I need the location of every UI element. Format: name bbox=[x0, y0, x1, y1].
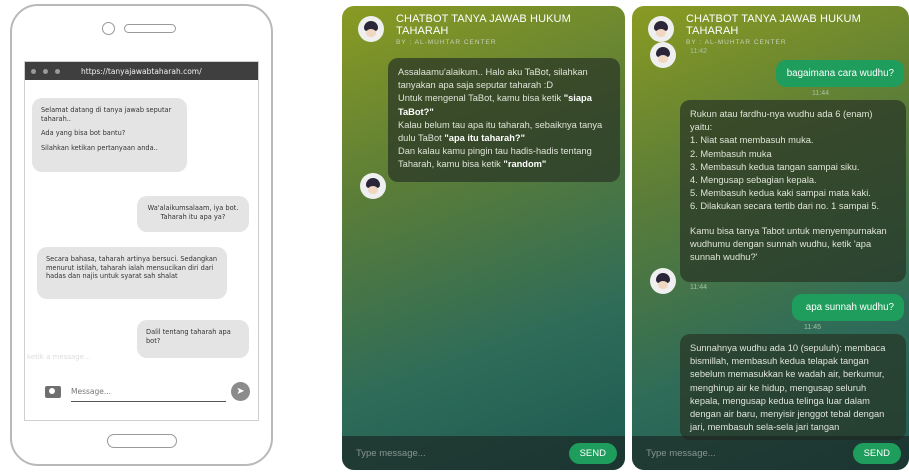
send-button[interactable]: SEND bbox=[852, 442, 901, 464]
chat-title: CHATBOT TANYA JAWAB HUKUM TAHARAH bbox=[396, 12, 571, 37]
message-line: Ada yang bisa bot bantu? bbox=[41, 129, 126, 138]
wireframe-bot-message: Selamat datang di tanya jawab seputar ta… bbox=[32, 98, 187, 172]
list-item: 3. Membasuh kedua tangan sampai siku. bbox=[690, 161, 860, 172]
camera-icon[interactable] bbox=[45, 386, 61, 398]
message-timestamp: 11:45 bbox=[804, 324, 821, 331]
window-dot-icon bbox=[31, 68, 36, 74]
message-line: Kamu bisa tanya Tabot untuk menyempurnak… bbox=[690, 225, 887, 262]
chat-title: CHATBOT TANYA JAWAB HUKUM TAHARAH bbox=[686, 12, 861, 37]
ghost-text: ketik a message... bbox=[27, 353, 91, 361]
chat-window-right: 11:42 CHATBOT TANYA JAWAB HUKUM TAHARAH … bbox=[632, 6, 909, 470]
bot-avatar-icon bbox=[360, 173, 386, 199]
chat-input-bar: Type message... SEND bbox=[632, 436, 909, 470]
message-timestamp: 11:44 bbox=[812, 90, 829, 97]
message-input[interactable]: Message... bbox=[71, 382, 226, 402]
message-line: Kalau belum tau apa itu taharah, sebaikn… bbox=[398, 119, 603, 143]
chat-subtitle: BY : AL-MUHTAR CENTER bbox=[396, 38, 497, 46]
phone-speaker-slot bbox=[124, 24, 176, 33]
message-line: Silahkan ketikan pertanyaan anda.. bbox=[41, 143, 158, 152]
bot-message-greeting: Assalaamu'alaikum.. Halo aku TaBot, sila… bbox=[388, 58, 620, 182]
bot-avatar-icon bbox=[358, 16, 384, 42]
phone-screen: https://tanyajawabtaharah.com/ Selamat d… bbox=[24, 61, 259, 421]
bot-avatar-icon bbox=[650, 268, 676, 294]
chat-window-left: CHATBOT TANYA JAWAB HUKUM TAHARAH BY : A… bbox=[342, 6, 625, 470]
message-line: Dan kalau kamu pingin tau hadis-hadis te… bbox=[398, 146, 592, 170]
browser-bar: https://tanyajawabtaharah.com/ bbox=[25, 62, 258, 80]
bot-message-wudhu: Rukun atau fardhu-nya wudhu ada 6 (enam)… bbox=[680, 100, 906, 282]
bot-avatar-icon bbox=[648, 16, 674, 42]
list-item: 6. Dilakukan secara tertib dari no. 1 sa… bbox=[690, 201, 880, 212]
list-item: 2. Membasuh muka bbox=[690, 148, 772, 159]
command-hint: "random" bbox=[503, 159, 547, 170]
send-button[interactable]: SEND bbox=[568, 442, 617, 464]
send-icon[interactable]: ➤ bbox=[231, 382, 250, 401]
chat-input-bar: Type message... SEND bbox=[342, 436, 625, 470]
phone-wireframe: https://tanyajawabtaharah.com/ Selamat d… bbox=[10, 4, 273, 466]
command-hint: "apa itu taharah?" bbox=[444, 132, 525, 143]
user-message: bagaimana cara wudhu? bbox=[776, 60, 904, 87]
list-item: 4. Mengusap sebagian kepala. bbox=[690, 174, 817, 185]
browser-url[interactable]: https://tanyajawabtaharah.com/ bbox=[81, 67, 202, 76]
bot-message-sunnah: Sunnahnya wudhu ada 10 (sepuluh): membac… bbox=[680, 334, 906, 440]
user-message: apa sunnah wudhu? bbox=[792, 294, 904, 321]
wireframe-user-message: Dalil tentang taharah apa bot? bbox=[137, 320, 249, 358]
message-input[interactable]: Type message... bbox=[356, 448, 569, 459]
message-line: Rukun atau fardhu-nya wudhu ada 6 (enam)… bbox=[690, 109, 873, 133]
window-dot-icon bbox=[43, 68, 48, 74]
chat-header: CHATBOT TANYA JAWAB HUKUM TAHARAH BY : A… bbox=[632, 6, 909, 52]
phone-camera-icon bbox=[102, 22, 115, 35]
message-input[interactable]: Type message... bbox=[646, 448, 853, 459]
message-line: Selamat datang di tanya jawab seputar ta… bbox=[41, 106, 172, 123]
chat-header: CHATBOT TANYA JAWAB HUKUM TAHARAH BY : A… bbox=[342, 6, 625, 52]
chat-subtitle: BY : AL-MUHTAR CENTER bbox=[686, 38, 787, 46]
list-item: 5. Membasuh kedua kaki sampai mata kaki. bbox=[690, 188, 871, 199]
wireframe-user-message: Wa'alaikumsalaam, iya bot. Taharah itu a… bbox=[137, 196, 249, 232]
message-timestamp: 11:44 bbox=[690, 284, 707, 291]
wireframe-input-row: Message... ➤ bbox=[45, 382, 250, 406]
list-item: 1. Niat saat membasuh muka. bbox=[690, 135, 814, 146]
message-line: Assalaamu'alaikum.. Halo aku TaBot, sila… bbox=[398, 67, 588, 91]
window-dot-icon bbox=[55, 68, 60, 74]
wireframe-bot-message: Secara bahasa, taharah artinya bersuci. … bbox=[37, 247, 227, 299]
phone-home-button bbox=[107, 434, 177, 448]
message-line: Untuk mengenal TaBot, kamu bisa ketik "s… bbox=[398, 93, 592, 117]
